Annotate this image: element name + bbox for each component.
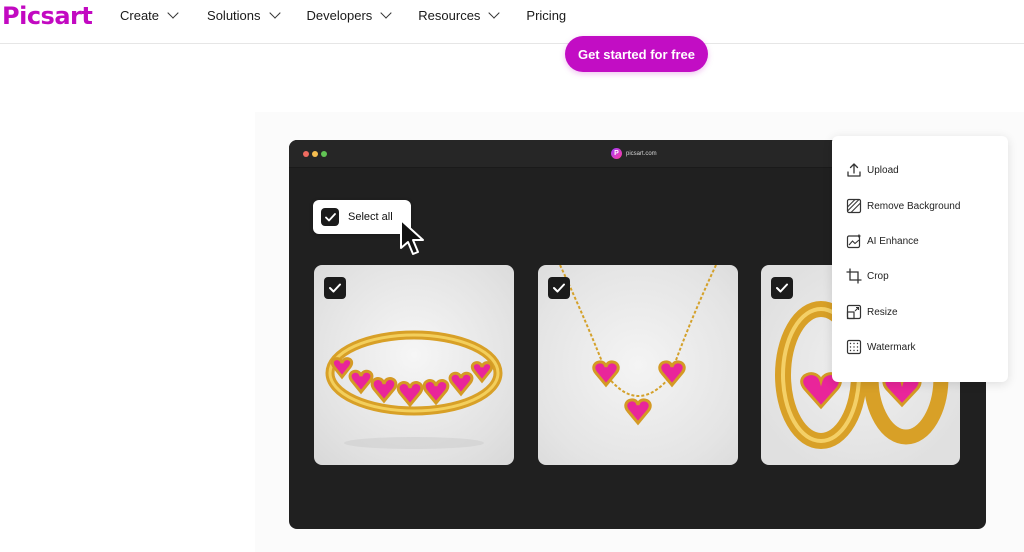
crop-icon [846, 268, 862, 284]
select-all-label: Select all [348, 211, 393, 223]
checkbox-checked-icon[interactable] [324, 277, 346, 299]
watermark-icon [846, 339, 862, 355]
menu-item-resize-label: Resize [867, 306, 898, 318]
nav-create-label: Create [120, 7, 160, 23]
upload-icon [846, 162, 862, 178]
nav-create[interactable]: Create [120, 6, 179, 23]
checkbox-checked-icon[interactable] [771, 277, 793, 299]
remove-background-icon [846, 198, 862, 214]
nav-resources[interactable]: Resources [418, 6, 501, 23]
chevron-down-icon [380, 6, 392, 19]
image-card-ring[interactable] [314, 265, 514, 465]
nav-solutions-label: Solutions [207, 7, 261, 23]
menu-item-remove-background-label: Remove Background [867, 200, 961, 212]
menu-item-watermark[interactable]: Watermark [846, 339, 916, 355]
checkbox-checked-icon[interactable] [321, 208, 339, 226]
resize-icon [846, 304, 862, 320]
nav-pricing-label: Pricing [526, 7, 567, 23]
picsart-logo[interactable]: Picsart [2, 2, 93, 30]
chevron-down-icon [268, 6, 281, 19]
nav-pricing[interactable]: Pricing [526, 7, 566, 23]
nav-developers[interactable]: Developers [306, 6, 392, 23]
get-started-button[interactable]: Get started for free [565, 36, 708, 72]
picsart-favicon-icon: P [611, 148, 622, 159]
checkbox-checked-icon[interactable] [548, 277, 570, 299]
chevron-down-icon [167, 6, 179, 19]
nav-solutions[interactable]: Solutions [207, 6, 281, 23]
image-card-necklace[interactable] [538, 265, 738, 465]
select-all-button[interactable]: Select all [313, 200, 411, 234]
mouse-cursor-icon [400, 219, 424, 255]
close-dot-icon [303, 151, 309, 157]
menu-item-crop[interactable]: Crop [846, 268, 889, 284]
menu-item-crop-label: Crop [867, 270, 889, 282]
menu-item-upload[interactable]: Upload [846, 162, 899, 178]
menu-item-upload-label: Upload [867, 164, 899, 176]
maximize-dot-icon [321, 151, 327, 157]
top-navbar: Picsart Create Solutions Developers Reso… [0, 0, 1024, 44]
tools-menu-panel: Upload Remove Background AI Enhance Crop… [832, 136, 1008, 382]
menu-item-remove-background[interactable]: Remove Background [846, 198, 960, 214]
nav-developers-label: Developers [306, 7, 373, 23]
chevron-down-icon [488, 6, 501, 19]
browser-url-text: picsart.com [626, 150, 657, 157]
browser-url: P picsart.com [611, 148, 657, 159]
ai-enhance-icon [846, 233, 862, 249]
menu-item-ai-enhance-label: AI Enhance [867, 235, 919, 247]
menu-item-resize[interactable]: Resize [846, 304, 898, 320]
menu-item-ai-enhance[interactable]: AI Enhance [846, 233, 919, 249]
nav-resources-label: Resources [418, 7, 481, 23]
minimize-dot-icon [312, 151, 318, 157]
menu-item-watermark-label: Watermark [867, 341, 916, 353]
main-menu: Create Solutions Developers Resources Pr… [120, 6, 566, 23]
